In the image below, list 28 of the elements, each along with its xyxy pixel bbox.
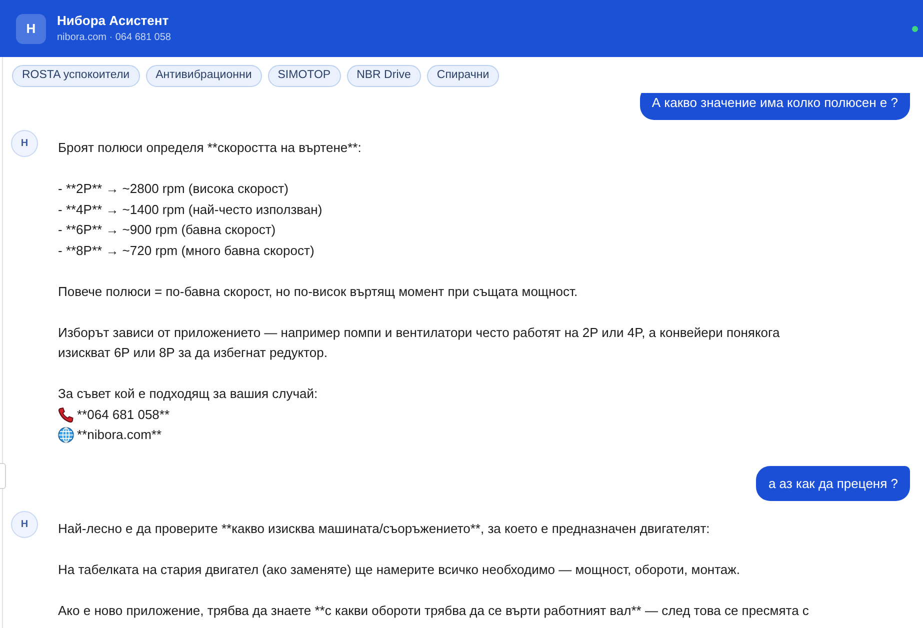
globe-icon (58, 427, 74, 444)
chat-subtitle: nibora.com · 064 681 058 (57, 31, 171, 44)
bot-avatar: Н (11, 130, 38, 157)
message-paragraph: Броят полюси определя **скоростта на въртене**: (58, 139, 362, 157)
message-paragraph: Повече полюси = по-бавна скорост, но по-висок въртящ момент при същата мощност. (58, 282, 578, 301)
phone-icon (58, 406, 74, 423)
quick-reply-chip[interactable]: Спирачни (426, 65, 500, 87)
list-item-text: - **6P** → ~900 rpm (бавна скорост) (58, 221, 276, 239)
quick-reply-chip[interactable]: Антивибрационни (146, 65, 262, 87)
message-paragraph: Изборът зависи от приложението — например помпи и вентилатори често работят на 2P или 4P, а конвейери понякога изискват 6P или 8P за да избегнат редуктор. (58, 324, 780, 362)
side-handle[interactable] (0, 463, 6, 489)
contact-text: **064 681 058** (77, 406, 170, 424)
message-paragraph: Най-лесно е да проверите **какво изисква машината/съоръжението**, за което е предназначен двигателят: (58, 520, 710, 538)
assistant-avatar: Н (16, 14, 46, 44)
list-item-text: - **2P** → ~2800 rpm (висока скорост) (58, 180, 288, 198)
contact-text: **nibora.com** (77, 426, 162, 444)
user-message-bubble: А какво значение има колко полюсен е ? (640, 93, 910, 120)
list-item-text: - **4P** → ~1400 rpm (най-често използван) (58, 200, 322, 219)
contact-intro-text: За съвет кой е подходящ за вашия случай: (58, 385, 318, 403)
quick-reply-chip[interactable]: NBR Drive (346, 65, 421, 87)
chat-title: Нибора Асистент (57, 13, 170, 29)
message-paragraph: Ако е ново приложение, трябва да знаете **с какви обороти трябва да се върти работният вал** — след това се пресмята с (58, 602, 809, 620)
user-message-bubble: а аз как да преценя ? (756, 466, 910, 500)
bot-avatar: Н (11, 510, 38, 538)
quick-reply-chip[interactable]: SIMOTOP (268, 65, 341, 87)
message-paragraph: На табелката на стария двигател (ако заменяте) ще намерите всичко необходимо — мощност, обороти, монтаж. (58, 560, 740, 579)
quick-reply-chip[interactable]: ROSTA успокоители (12, 65, 140, 87)
list-item-text: - **8P** → ~720 rpm (много бавна скорост) (58, 242, 314, 260)
